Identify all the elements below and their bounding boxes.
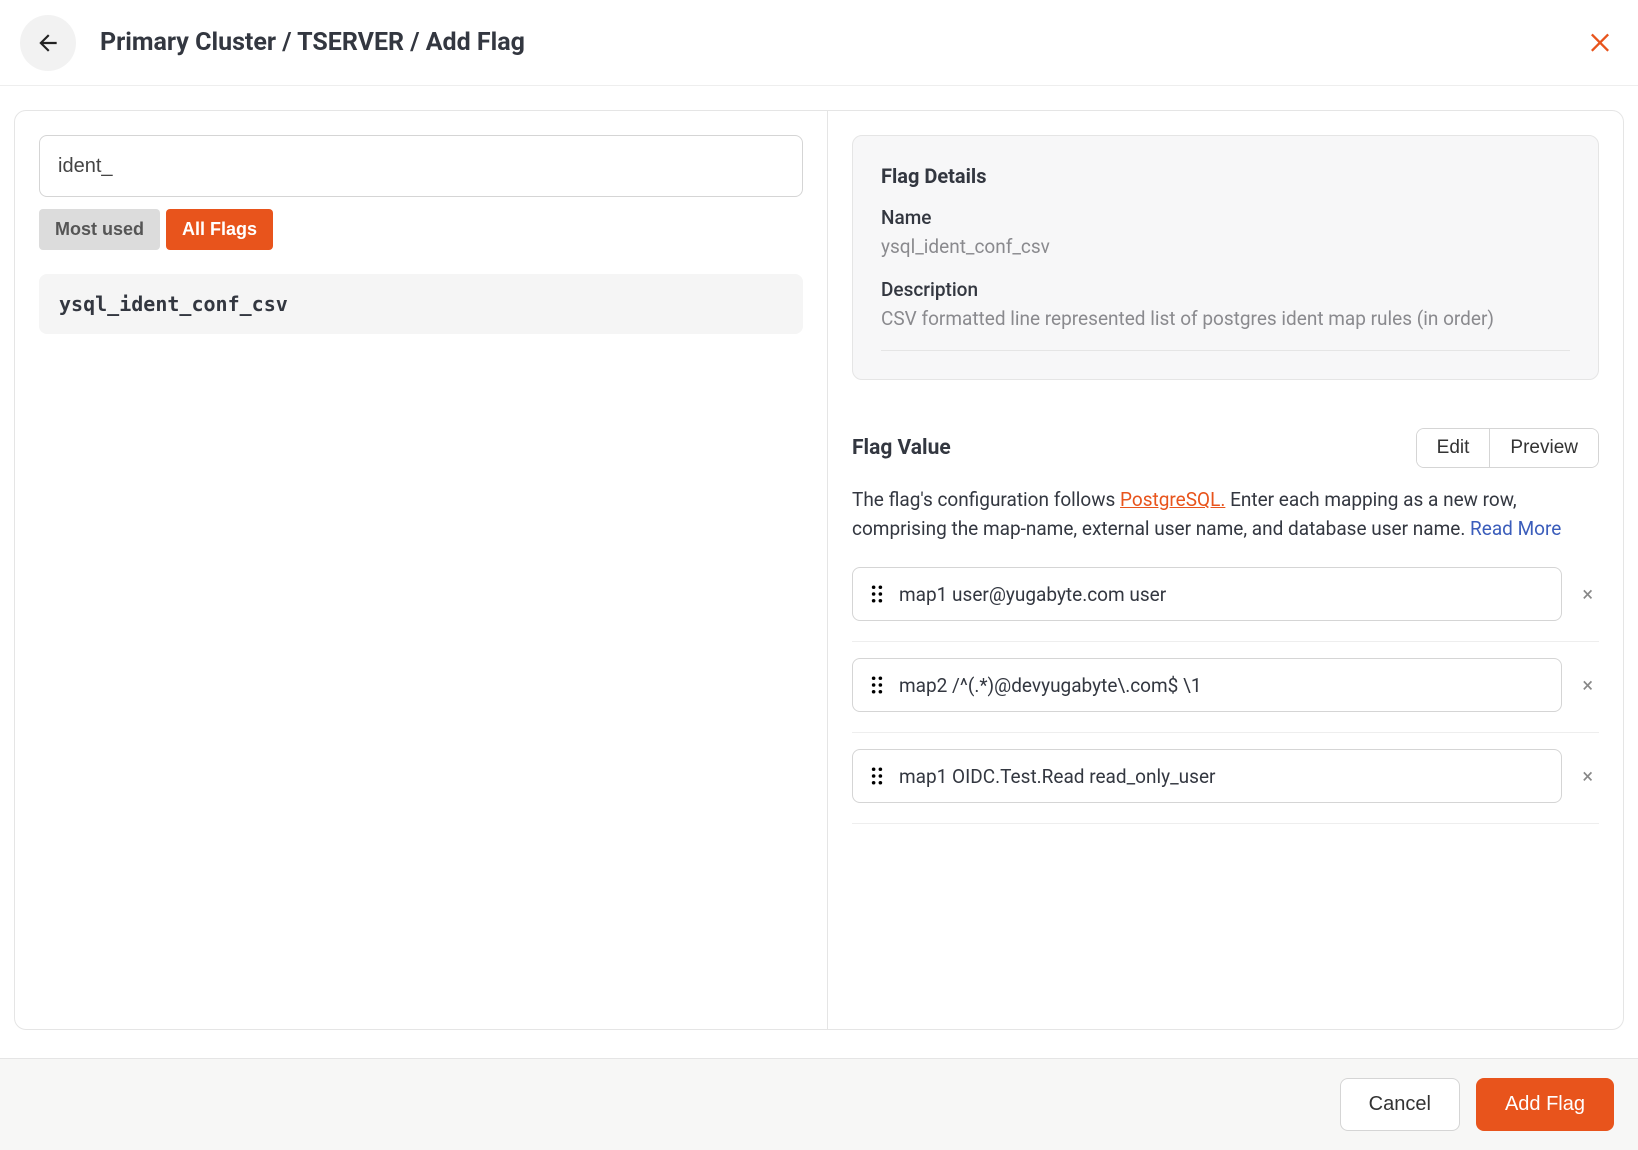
rule-text: map1 OIDC.Test.Read read_only_user bbox=[899, 765, 1215, 788]
flag-value-header: Flag Value Edit Preview bbox=[852, 428, 1599, 468]
rule-input[interactable]: map1 OIDC.Test.Read read_only_user bbox=[852, 749, 1562, 803]
flag-value-help: The flag's configuration follows Postgre… bbox=[852, 486, 1599, 543]
rule-row: map2 /^(.*)@devyugabyte\.com$ \1 × bbox=[852, 658, 1599, 733]
remove-rule-button[interactable]: × bbox=[1576, 576, 1599, 612]
flag-details-box: Flag Details Name ysql_ident_conf_csv De… bbox=[852, 135, 1599, 380]
left-panel: Most used All Flags ysql_ident_conf_csv bbox=[15, 111, 828, 1029]
postgresql-link[interactable]: PostgreSQL. bbox=[1120, 488, 1225, 511]
help-text-prefix: The flag's configuration follows bbox=[852, 488, 1120, 511]
rule-row: map1 OIDC.Test.Read read_only_user × bbox=[852, 749, 1599, 824]
back-button[interactable] bbox=[20, 15, 76, 71]
drag-handle-icon[interactable] bbox=[869, 767, 885, 785]
close-icon bbox=[1586, 27, 1614, 55]
details-divider bbox=[881, 350, 1570, 351]
edit-preview-toggle: Edit Preview bbox=[1416, 428, 1599, 468]
rule-text: map1 user@yugabyte.com user bbox=[899, 583, 1166, 606]
content-panel: Most used All Flags ysql_ident_conf_csv … bbox=[14, 110, 1624, 1030]
edit-toggle[interactable]: Edit bbox=[1417, 429, 1490, 467]
flag-list-item[interactable]: ysql_ident_conf_csv bbox=[39, 274, 803, 334]
rule-input[interactable]: map2 /^(.*)@devyugabyte\.com$ \1 bbox=[852, 658, 1562, 712]
flag-tabs: Most used All Flags bbox=[39, 209, 803, 250]
drag-handle-icon[interactable] bbox=[869, 676, 885, 694]
add-flag-button[interactable]: Add Flag bbox=[1476, 1078, 1614, 1131]
rule-row: map1 user@yugabyte.com user × bbox=[852, 567, 1599, 642]
drag-handle-icon[interactable] bbox=[869, 585, 885, 603]
flag-name-label: Name bbox=[881, 206, 1570, 229]
close-button[interactable] bbox=[1586, 27, 1614, 59]
read-more-link[interactable]: Read More bbox=[1470, 517, 1561, 540]
remove-rule-button[interactable]: × bbox=[1576, 758, 1599, 794]
preview-toggle[interactable]: Preview bbox=[1489, 429, 1598, 467]
flag-desc-value: CSV formatted line represented list of p… bbox=[881, 307, 1570, 330]
flag-name-value: ysql_ident_conf_csv bbox=[881, 235, 1570, 258]
modal-footer: Cancel Add Flag bbox=[0, 1058, 1638, 1150]
right-panel: Flag Details Name ysql_ident_conf_csv De… bbox=[828, 111, 1623, 1029]
breadcrumb: Primary Cluster / TSERVER / Add Flag bbox=[100, 28, 525, 57]
tab-all-flags[interactable]: All Flags bbox=[166, 209, 273, 250]
flag-search-input[interactable] bbox=[39, 135, 803, 197]
tab-most-used[interactable]: Most used bbox=[39, 209, 160, 250]
flag-desc-label: Description bbox=[881, 278, 1570, 301]
content-wrapper: Most used All Flags ysql_ident_conf_csv … bbox=[0, 86, 1638, 1058]
rule-text: map2 /^(.*)@devyugabyte\.com$ \1 bbox=[899, 674, 1202, 697]
rule-input[interactable]: map1 user@yugabyte.com user bbox=[852, 567, 1562, 621]
flag-value-title: Flag Value bbox=[852, 436, 951, 460]
cancel-button[interactable]: Cancel bbox=[1340, 1078, 1460, 1131]
modal-header: Primary Cluster / TSERVER / Add Flag bbox=[0, 0, 1638, 86]
flag-details-title: Flag Details bbox=[881, 164, 1570, 188]
remove-rule-button[interactable]: × bbox=[1576, 667, 1599, 703]
arrow-left-icon bbox=[35, 30, 61, 56]
